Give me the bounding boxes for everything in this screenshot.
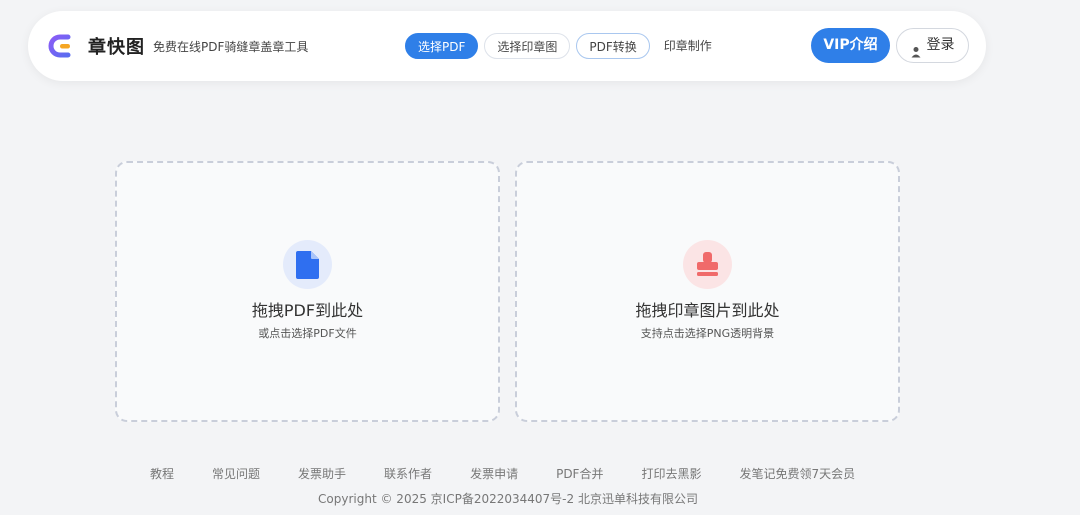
login-button[interactable]: 登录 [896,28,969,63]
brand-logo-icon[interactable] [48,32,76,60]
footer-link-pdf-merge[interactable]: PDF合并 [556,465,603,482]
step-stamp-make[interactable]: 印章制作 [656,33,720,59]
step-pdf-convert[interactable]: PDF转换 [576,33,650,59]
step-nav: 选择PDF 选择印章图 PDF转换 印章制作 [405,32,726,60]
stamp-drop-subtitle: 支持点击选择PNG透明背景 [640,327,775,340]
copyright: Copyright © 2025 京ICP备2022034407号-2 北京迅单… [318,492,698,506]
stamp-drop-zone[interactable]: 拖拽印章图片到此处 支持点击选择PNG透明背景 [515,161,900,422]
pdf-drop-subtitle: 或点击选择PDF文件 [258,327,357,340]
footer-link-invoice-apply[interactable]: 发票申请 [470,465,518,482]
stamp-icon-badge [683,240,732,289]
stamp-drop-title: 拖拽印章图片到此处 [635,301,780,320]
footer-link-print-shadow[interactable]: 打印去黑影 [641,465,701,482]
step-select-stamp[interactable]: 选择印章图 [484,33,571,59]
pdf-drop-zone[interactable]: 拖拽PDF到此处 或点击选择PDF文件 [115,161,500,422]
footer-link-invoice-helper[interactable]: 发票助手 [298,465,346,482]
file-icon-badge [283,240,332,289]
footer-link-tutorial[interactable]: 教程 [150,465,174,482]
footer-link-contact[interactable]: 联系作者 [384,465,432,482]
footer-links: 教程 常见问题 发票助手 联系作者 发票申请 PDF合并 打印去黑影 发笔记免费… [150,465,855,482]
login-label: 登录 [926,37,955,53]
step-select-pdf[interactable]: 选择PDF [405,33,479,59]
top-nav-bar: 章快图 免费在线PDF骑缝章盖章工具 选择PDF 选择印章图 PDF转换 印章制… [28,11,986,81]
footer-link-faq[interactable]: 常见问题 [212,465,260,482]
brand-slogan: 免费在线PDF骑缝章盖章工具 [153,40,309,54]
file-icon [296,251,319,279]
stamp-icon [697,252,718,276]
vip-intro-button[interactable]: VIP介绍 [811,28,890,63]
brand-name: 章快图 [88,37,145,58]
pdf-drop-title: 拖拽PDF到此处 [251,301,364,320]
user-icon [911,38,921,58]
footer-link-free-vip[interactable]: 发笔记免费领7天会员 [739,465,855,482]
